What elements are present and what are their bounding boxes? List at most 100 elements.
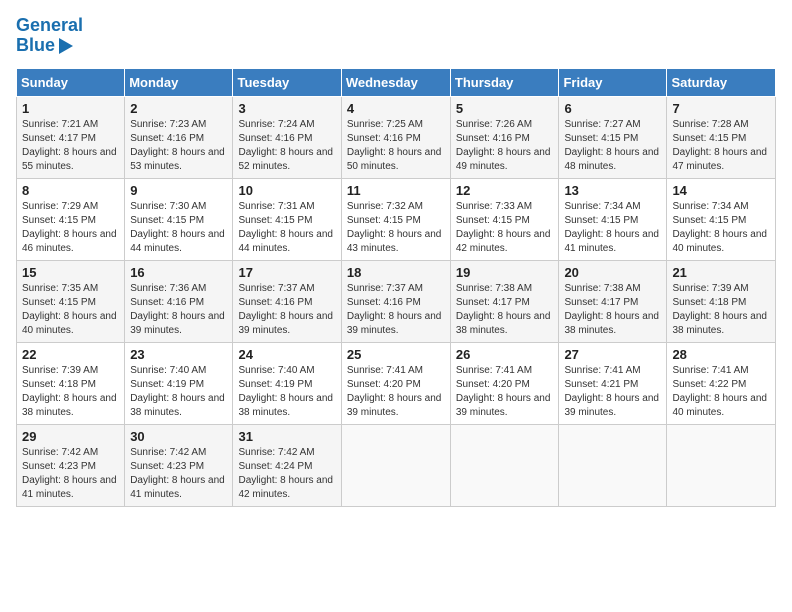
cell-sunrise: Sunrise: 7:34 AM	[672, 201, 748, 212]
cell-sunset: Sunset: 4:15 PM	[564, 133, 638, 144]
cell-sunset: Sunset: 4:23 PM	[130, 461, 204, 472]
cell-sunset: Sunset: 4:22 PM	[672, 379, 746, 390]
calendar-cell: 4Sunrise: 7:25 AMSunset: 4:16 PMDaylight…	[341, 96, 450, 178]
cell-sunrise: Sunrise: 7:38 AM	[456, 283, 532, 294]
cell-daylight: Daylight: 8 hours and 41 minutes.	[130, 475, 225, 500]
cell-day-number: 27	[564, 347, 661, 362]
cell-sunset: Sunset: 4:15 PM	[672, 215, 746, 226]
calendar-cell: 20Sunrise: 7:38 AMSunset: 4:17 PMDayligh…	[559, 260, 667, 342]
cell-sunset: Sunset: 4:24 PM	[238, 461, 312, 472]
cell-sunrise: Sunrise: 7:42 AM	[22, 447, 98, 458]
cell-info: Sunrise: 7:36 AMSunset: 4:16 PMDaylight:…	[130, 282, 227, 338]
calendar-cell: 26Sunrise: 7:41 AMSunset: 4:20 PMDayligh…	[450, 342, 559, 424]
cell-day-number: 24	[238, 347, 335, 362]
weekday-header-saturday: Saturday	[667, 68, 776, 96]
cell-daylight: Daylight: 8 hours and 52 minutes.	[238, 147, 333, 172]
cell-daylight: Daylight: 8 hours and 41 minutes.	[564, 229, 659, 254]
cell-daylight: Daylight: 8 hours and 38 minutes.	[130, 393, 225, 418]
cell-sunset: Sunset: 4:17 PM	[22, 133, 96, 144]
calendar-cell: 17Sunrise: 7:37 AMSunset: 4:16 PMDayligh…	[233, 260, 341, 342]
calendar-cell: 25Sunrise: 7:41 AMSunset: 4:20 PMDayligh…	[341, 342, 450, 424]
cell-info: Sunrise: 7:25 AMSunset: 4:16 PMDaylight:…	[347, 118, 445, 174]
cell-sunrise: Sunrise: 7:24 AM	[238, 119, 314, 130]
cell-info: Sunrise: 7:27 AM Sunset: 4:15 PM Daylight:…	[564, 118, 661, 174]
calendar-cell: 30 Sunrise: 7:42 AM Sunset: 4:23 PM Dayligh…	[125, 424, 233, 506]
cell-daylight: Daylight: 8 hours and 46 minutes.	[22, 229, 117, 254]
cell-sunset: Sunset: 4:16 PM	[238, 297, 312, 308]
cell-sunset: Sunset: 4:15 PM	[22, 215, 96, 226]
cell-daylight: Daylight: 8 hours and 50 minutes.	[347, 147, 442, 172]
cell-sunset: Sunset: 4:15 PM	[22, 297, 96, 308]
calendar-cell	[341, 424, 450, 506]
cell-sunrise: Sunrise: 7:38 AM	[564, 283, 640, 294]
cell-sunset: Sunset: 4:18 PM	[22, 379, 96, 390]
calendar-cell	[450, 424, 559, 506]
cell-daylight: Daylight: 8 hours and 38 minutes.	[456, 311, 551, 336]
cell-daylight: Daylight: 8 hours and 42 minutes.	[238, 475, 333, 500]
cell-sunrise: Sunrise: 7:39 AM	[672, 283, 748, 294]
cell-daylight: Daylight: 8 hours and 39 minutes.	[456, 393, 551, 418]
cell-info: Sunrise: 7:26 AMSunset: 4:16 PMDaylight:…	[456, 118, 554, 174]
cell-daylight: Daylight: 8 hours and 42 minutes.	[456, 229, 551, 254]
cell-sunrise: Sunrise: 7:36 AM	[130, 283, 206, 294]
cell-day-number: 19	[456, 265, 554, 280]
cell-sunset: Sunset: 4:20 PM	[456, 379, 530, 390]
cell-sunrise: Sunrise: 7:26 AM	[456, 119, 532, 130]
cell-day-number: 3	[238, 101, 335, 116]
cell-sunrise: Sunrise: 7:27 AM	[564, 119, 640, 130]
cell-day-number: 15	[22, 265, 119, 280]
cell-sunrise: Sunrise: 7:31 AM	[238, 201, 314, 212]
cell-sunset: Sunset: 4:16 PM	[130, 297, 204, 308]
cell-info: Sunrise: 7:41 AMSunset: 4:20 PMDaylight:…	[347, 364, 445, 420]
calendar-body: 1Sunrise: 7:21 AMSunset: 4:17 PMDaylight…	[17, 96, 776, 506]
cell-sunset: Sunset: 4:21 PM	[564, 379, 638, 390]
cell-day-number: 28	[672, 347, 770, 362]
calendar-cell: 10Sunrise: 7:31 AMSunset: 4:15 PMDayligh…	[233, 178, 341, 260]
cell-sunset: Sunset: 4:20 PM	[347, 379, 421, 390]
weekday-header-wednesday: Wednesday	[341, 68, 450, 96]
cell-info: Sunrise: 7:39 AMSunset: 4:18 PMDaylight:…	[22, 364, 119, 420]
logo-text: General	[16, 16, 83, 36]
cell-sunrise: Sunrise: 7:29 AM	[22, 201, 98, 212]
calendar-cell: 28Sunrise: 7:41 AMSunset: 4:22 PMDayligh…	[667, 342, 776, 424]
cell-sunrise: Sunrise: 7:37 AM	[347, 283, 423, 294]
cell-daylight: Daylight: 8 hours and 48 minutes.	[564, 147, 659, 172]
cell-day-number: 30	[130, 429, 227, 444]
cell-info: Sunrise: 7:39 AMSunset: 4:18 PMDaylight:…	[672, 282, 770, 338]
cell-daylight: Daylight: 8 hours and 38 minutes.	[672, 311, 767, 336]
cell-day-number: 12	[456, 183, 554, 198]
cell-daylight: Daylight: 8 hours and 38 minutes.	[564, 311, 659, 336]
cell-sunrise: Sunrise: 7:23 AM	[130, 119, 206, 130]
cell-sunrise: Sunrise: 7:41 AM	[347, 365, 423, 376]
cell-day-number: 10	[238, 183, 335, 198]
cell-sunrise: Sunrise: 7:42 AM	[238, 447, 314, 458]
cell-day-number: 1	[22, 101, 119, 116]
calendar-cell: 21Sunrise: 7:39 AMSunset: 4:18 PMDayligh…	[667, 260, 776, 342]
cell-info: Sunrise: 7:30 AMSunset: 4:15 PMDaylight:…	[130, 200, 227, 256]
cell-day-number: 26	[456, 347, 554, 362]
calendar-cell: 2Sunrise: 7:23 AMSunset: 4:16 PMDaylight…	[125, 96, 233, 178]
cell-info: Sunrise: 7:42 AM Sunset: 4:24 PM Daylight:…	[238, 446, 335, 502]
cell-info: Sunrise: 7:34 AMSunset: 4:15 PMDaylight:…	[564, 200, 661, 256]
cell-info: Sunrise: 7:40 AM Sunset: 4:19 PM Daylight:…	[130, 364, 227, 420]
cell-sunrise: Sunrise: 7:42 AM	[130, 447, 206, 458]
cell-day-number: 16	[130, 265, 227, 280]
cell-daylight: Daylight: 8 hours and 40 minutes.	[672, 393, 767, 418]
cell-day-number: 22	[22, 347, 119, 362]
cell-daylight: Daylight: 8 hours and 39 minutes.	[347, 311, 442, 336]
cell-daylight: Daylight: 8 hours and 38 minutes.	[22, 393, 117, 418]
cell-sunrise: Sunrise: 7:40 AM	[130, 365, 206, 376]
page-header: General Blue	[16, 16, 776, 56]
cell-sunset: Sunset: 4:15 PM	[238, 215, 312, 226]
cell-daylight: Daylight: 8 hours and 40 minutes.	[672, 229, 767, 254]
calendar-cell: 12Sunrise: 7:33 AMSunset: 4:15 PMDayligh…	[450, 178, 559, 260]
logo-text2: Blue	[16, 36, 55, 56]
cell-sunrise: Sunrise: 7:30 AM	[130, 201, 206, 212]
calendar-week-2: 8Sunrise: 7:29 AMSunset: 4:15 PMDaylight…	[17, 178, 776, 260]
cell-sunrise: Sunrise: 7:33 AM	[456, 201, 532, 212]
calendar-week-4: 22 Sunrise: 7:39 AMSunset: 4:18 PMDayligh…	[17, 342, 776, 424]
cell-info: Sunrise: 7:31 AMSunset: 4:15 PMDaylight:…	[238, 200, 335, 256]
cell-sunset: Sunset: 4:19 PM	[130, 379, 204, 390]
cell-daylight: Daylight: 8 hours and 44 minutes.	[130, 229, 225, 254]
cell-info: Sunrise: 7:42 AMSunset: 4:23 PMDaylight:…	[22, 446, 119, 502]
